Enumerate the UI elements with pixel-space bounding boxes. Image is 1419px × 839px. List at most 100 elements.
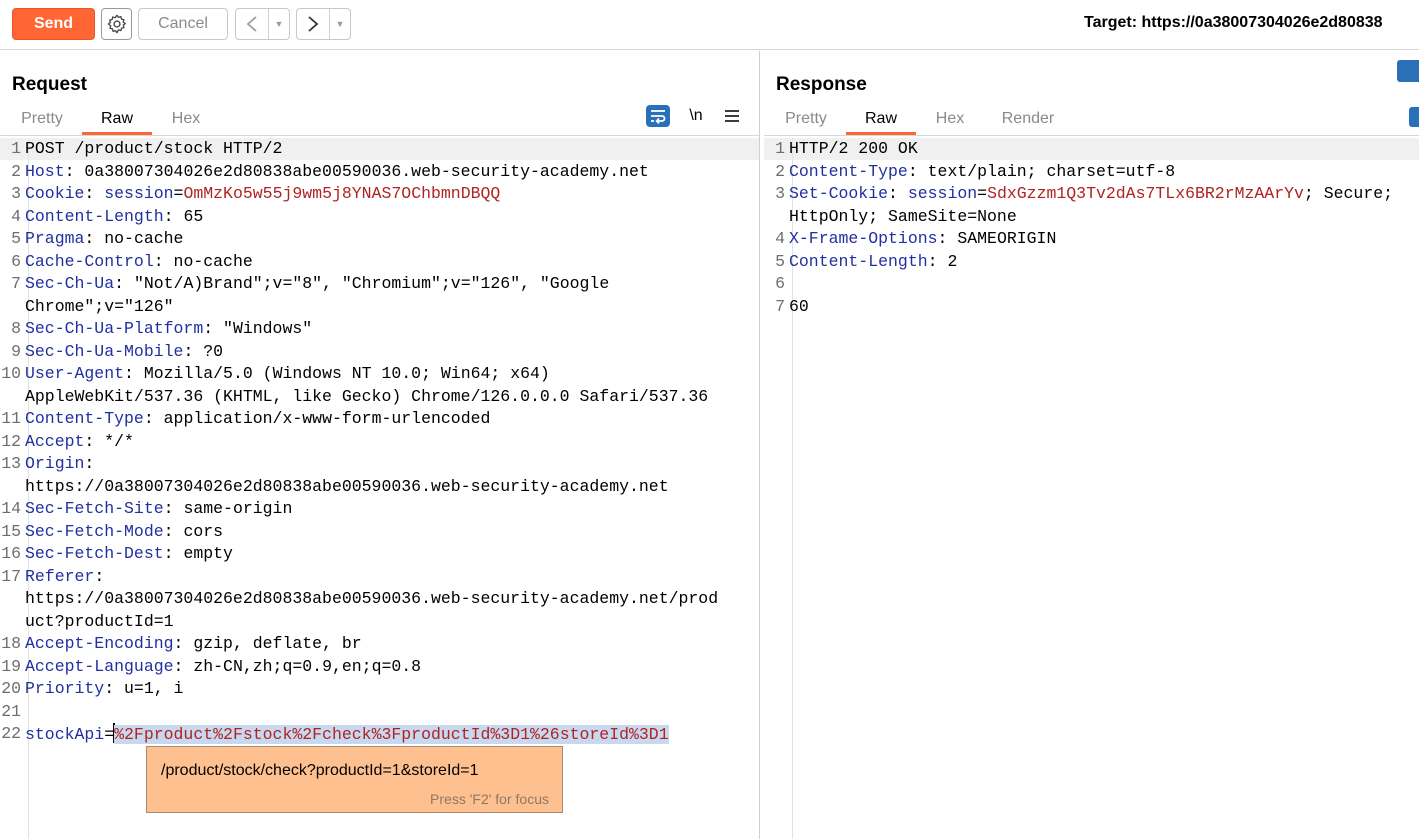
header-name: Content-Type [25,409,144,428]
line-number: 4 [11,206,21,226]
target-url[interactable]: Target: https://0a38007304026e2d80838 [1084,14,1383,32]
header-value: https://0a38007304026e2d80838abe00590036… [25,476,669,496]
header-separator: : [143,409,164,428]
newline-toggle-button[interactable]: \n [684,105,708,127]
header-separator: : [84,431,105,451]
request-menu-button[interactable] [720,105,744,127]
tooltip-hint: Press 'F2' for focus [430,791,549,807]
request-tab-pretty[interactable]: Pretty [12,108,72,135]
line-number: 2 [11,161,21,181]
line-text: Sec-Fetch-Mode: cors [21,521,223,544]
line-number: 13 [1,454,21,473]
response-editor[interactable]: 1 HTTP/2 200 OK 2 Content-Type: text/plain;… [764,138,1419,318]
line-text: Content-Length: 2 [785,251,957,274]
wrap-lines-button[interactable] [646,105,670,127]
panel-divider[interactable] [759,51,760,839]
line-number: 5 [11,229,21,248]
response-tab-render[interactable]: Render [993,108,1063,135]
menu-icon [725,110,739,122]
code-line: 22 stockApi=%2Fproduct%2Fstock%2Fcheck%3F… [0,723,759,746]
header-value: zh-CN,zh;q=0.9,en;q=0.8 [193,656,422,676]
line-text: X-Frame-Options: SAMEORIGIN [785,228,1056,251]
line-number: 11 [1,409,21,428]
code-line: 1 POST /product/stock HTTP/2 [0,138,759,161]
code-line: 1 HTTP/2 200 OK [764,138,1419,161]
cookie-name: session [104,184,174,203]
header-separator: : [84,454,95,473]
header-separator: : [84,184,105,203]
header-value: HTTP/2 200 OK [789,139,918,158]
code-line: 9 Sec-Ch-Ua-Mobile: ?0 [0,341,759,364]
header-value: text/plain; charset=utf-8 [927,161,1176,181]
line-text: Chrome";v="126" [21,296,174,319]
header-separator: : [104,679,125,698]
code-line: 2 Host: 0a38007304026e2d80838abe00590036.… [0,161,759,184]
line-text: Accept-Encoding: gzip, deflate, br [21,633,362,656]
line-number: 9 [11,341,21,361]
code-line: 2 Content-Type: text/plain; charset=utf-8 [764,161,1419,184]
response-tab-pretty[interactable]: Pretty [776,108,836,135]
header-name: Set-Cookie [789,184,889,203]
cookie-equals: = [977,184,988,203]
code-line: 6 Cache-Control: no-cache [0,251,759,274]
line-text: Cache-Control: no-cache [21,251,253,274]
response-tab-raw[interactable]: Raw [846,108,916,135]
header-value: no-cache [104,229,184,248]
code-line: 0https://0a38007304026e2d80838abe0059003… [0,588,759,611]
code-line: 7 Sec-Ch-Ua: "Not/A)Brand";v="8", "Chromi… [0,273,759,296]
line-number: 6 [11,251,21,271]
response-tab-hex[interactable]: Hex [924,108,976,135]
history-forward-dropdown[interactable]: ▼ [330,9,350,39]
cookie-attributes: ; Secure; [1303,184,1394,203]
header-name: Content-Type [789,161,908,181]
code-line: 0HttpOnly; SameSite=None [764,206,1419,229]
line-number: 6 [775,274,785,293]
request-tab-hex[interactable]: Hex [160,108,212,135]
header-value: 60 [789,296,809,316]
code-line: 5 Pragma: no-cache [0,228,759,251]
line-number: 17 [1,566,21,586]
header-name: Host [25,161,65,181]
send-button[interactable]: Send [12,8,95,40]
header-value: "Windows" [223,319,313,338]
request-tab-underline [0,135,759,136]
header-name: Origin [25,454,85,473]
cancel-button[interactable]: Cancel [138,8,228,40]
header-name: Content-Length [789,251,928,271]
line-text: Pragma: no-cache [21,228,183,251]
chevron-right-icon [308,16,319,32]
header-value: no-cache [173,251,253,271]
header-value: empty [183,544,233,563]
code-line: 3 Cookie: session=OmMzKo5w55j9wm5j8YNAS7O… [0,183,759,206]
header-name: Sec-Fetch-Site [25,499,164,518]
line-number: 19 [1,656,21,676]
tooltip-decoded-text: /product/stock/check?productId=1&storeId… [161,762,479,779]
header-separator: : [907,161,928,181]
header-separator: : [173,634,194,653]
header-separator: : [94,566,105,586]
code-line: 5 Content-Length: 2 [764,251,1419,274]
settings-button[interactable] [101,8,132,40]
header-name: Accept-Encoding [25,634,174,653]
history-back-dropdown[interactable]: ▼ [269,9,289,39]
line-number: 7 [11,274,21,293]
code-line: 0https://0a38007304026e2d80838abe0059003… [0,476,759,499]
header-name: Accept-Language [25,656,174,676]
request-editor[interactable]: 1 POST /product/stock HTTP/2 2 Host: 0a3800… [0,138,759,746]
newline-toggle-icon: \n [689,107,703,124]
history-forward-button[interactable] [297,9,330,39]
header-value: Mozilla/5.0 (Windows NT 10.0; Win64; x64… [143,364,550,383]
header-name: Sec-Ch-Ua-Platform [25,319,204,338]
code-line: 0Chrome";v="126" [0,296,759,319]
line-text: Sec-Fetch-Dest: empty [21,543,233,566]
header-name: Sec-Ch-Ua-Mobile [25,341,184,361]
request-tab-raw[interactable]: Raw [82,108,152,135]
line-text: Sec-Ch-Ua-Mobile: ?0 [21,341,223,364]
layout-toggle-button[interactable] [1397,60,1419,82]
line-number: 2 [775,161,785,181]
line-text: https://0a38007304026e2d80838abe00590036… [21,476,669,499]
line-text: 60 [785,296,809,319]
gear-icon [107,14,126,34]
history-back-button[interactable] [236,9,269,39]
response-wrap-button[interactable] [1409,107,1419,127]
